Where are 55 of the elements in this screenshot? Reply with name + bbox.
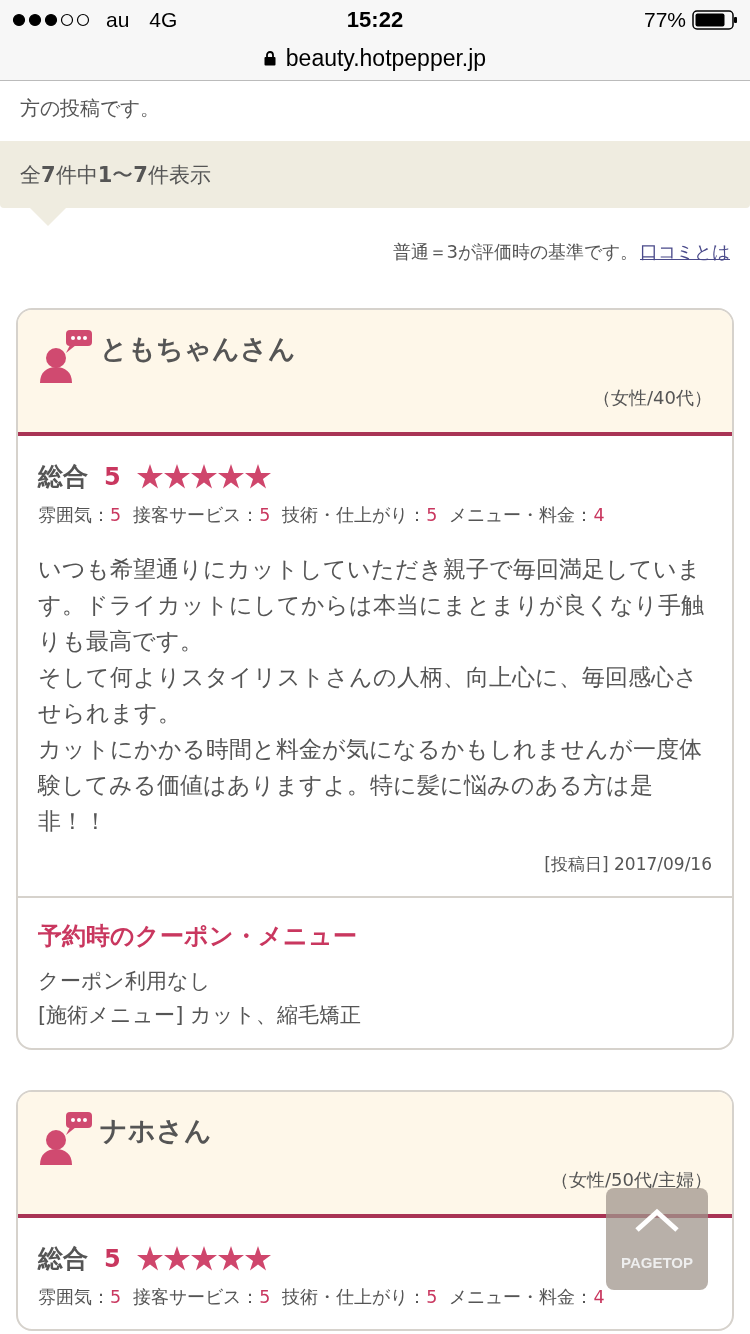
coupon-line: [施術メニュー] カット、縮毛矯正 bbox=[38, 1002, 363, 1029]
rating-label: 雰囲気： bbox=[38, 1287, 110, 1307]
reviewer-profile: （女性/40代） bbox=[592, 386, 712, 410]
reviewer-icon bbox=[38, 1110, 94, 1166]
intro-text: 方の投稿です。 bbox=[19, 95, 161, 122]
url-text[interactable]: beauty.hotpepper.jp bbox=[285, 44, 487, 72]
star-icon bbox=[163, 464, 190, 489]
star-icon bbox=[244, 1246, 271, 1271]
overall-score: 5 bbox=[104, 462, 121, 491]
rating-label: 技術・仕上がり： bbox=[282, 1287, 427, 1307]
carrier-name: au bbox=[106, 8, 130, 32]
signal-icon bbox=[12, 13, 92, 27]
clock-time: 15:22 bbox=[346, 7, 404, 33]
rating-label: メニュー・料金： bbox=[449, 1287, 594, 1307]
criteria-note: 普通＝3が評価時の基準です。 bbox=[392, 240, 638, 264]
coupon-line: クーポン利用なし bbox=[38, 968, 212, 995]
star-icon bbox=[217, 1246, 244, 1271]
rating-score: 4 bbox=[593, 1287, 605, 1307]
review-paragraph: いつも希望通りにカットしていただき親子で毎回満足しています。ドライカットにしてからは本当にまとまりが良くなり手触りも最高です。 bbox=[38, 555, 705, 656]
post-date: [投稿日] 2017/09/16 bbox=[543, 853, 712, 876]
result-count: 全7件中1〜7件表示 bbox=[20, 161, 211, 189]
rating-label: メニュー・料金： bbox=[449, 505, 594, 525]
rating-score: 5 bbox=[259, 1287, 271, 1307]
rating-label: 技術・仕上がり： bbox=[282, 505, 427, 525]
battery-percent: 77% bbox=[643, 8, 686, 32]
reviewer-name: ともちゃんさん bbox=[100, 332, 296, 366]
star-icon bbox=[244, 464, 271, 489]
star-icon bbox=[190, 464, 217, 489]
star-icon bbox=[136, 1246, 163, 1271]
star-icon bbox=[217, 464, 244, 489]
rating-score: 4 bbox=[593, 505, 605, 525]
review-paragraph: そして何よりスタイリストさんの人柄、向上心に、毎回感心させられます。 bbox=[38, 663, 699, 728]
rating-label: 接客サービス： bbox=[133, 1287, 260, 1307]
reviewer-name: ナホさん bbox=[100, 1114, 212, 1148]
rating-score: 5 bbox=[110, 1287, 122, 1307]
overall-label: 総合 bbox=[38, 461, 88, 493]
reviewer-icon bbox=[38, 328, 94, 384]
coupon-heading: 予約時のクーポン・メニュー bbox=[38, 921, 358, 952]
chevron-up-icon bbox=[633, 1207, 681, 1234]
rating-score: 5 bbox=[426, 505, 438, 525]
network-type: 4G bbox=[149, 8, 178, 32]
review-paragraph: カットにかかる時間と料金が気になるかもしれませんが一度体験してみる価値はありますよ。特に髪に悩みのある方は是非！！ bbox=[38, 735, 703, 836]
rating-score: 5 bbox=[426, 1287, 438, 1307]
star-icon bbox=[190, 1246, 217, 1271]
overall-score: 5 bbox=[104, 1244, 121, 1273]
battery-icon bbox=[692, 10, 738, 30]
lock-icon bbox=[263, 50, 276, 66]
overall-label: 総合 bbox=[38, 1243, 88, 1275]
star-icon bbox=[136, 464, 163, 489]
rating-label: 接客サービス： bbox=[133, 505, 260, 525]
about-reviews-link[interactable]: 口コミとは bbox=[640, 240, 730, 308]
rating-label: 雰囲気： bbox=[38, 505, 110, 525]
rating-score: 5 bbox=[110, 505, 122, 525]
star-icon bbox=[163, 1246, 190, 1271]
rating-score: 5 bbox=[259, 505, 271, 525]
